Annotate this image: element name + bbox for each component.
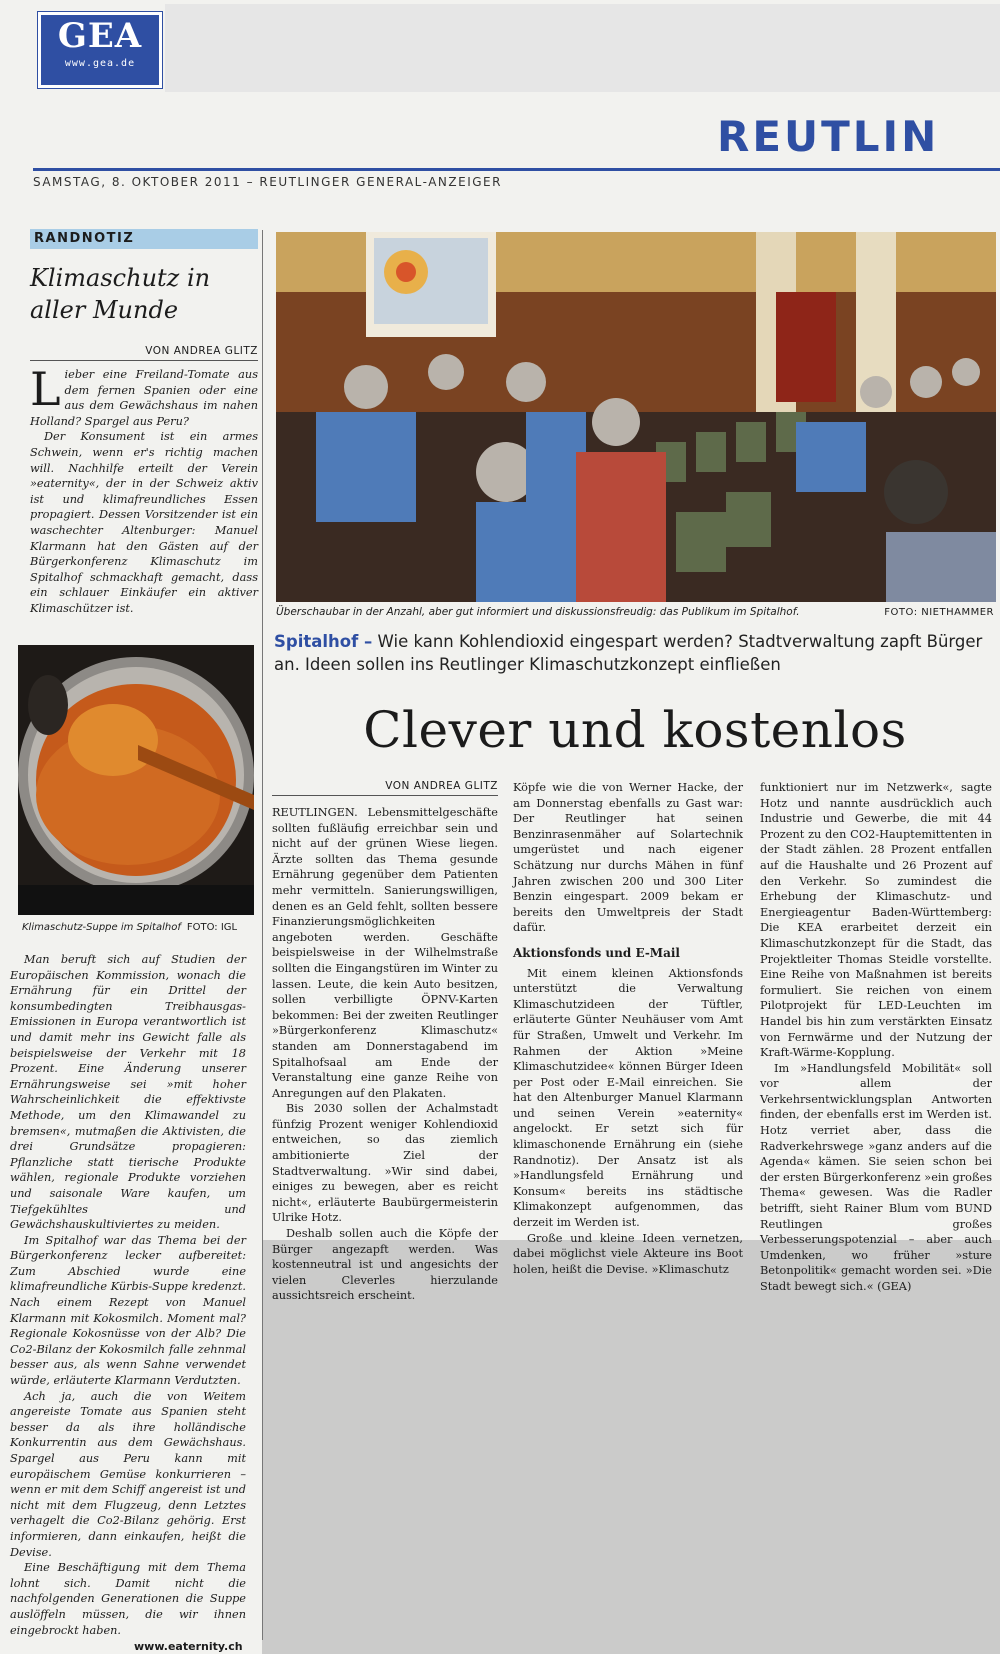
article-column-2: Köpfe wie die von Werner Hacke, der am D…	[513, 781, 743, 1276]
kicker-keyword: Spitalhof –	[274, 632, 373, 651]
dropcap: L	[30, 362, 61, 416]
section-title: REUTLIN	[717, 112, 940, 161]
newspaper-page: GEA www.gea.de REUTLIN SAMSTAG, 8. OKTOB…	[0, 0, 1000, 1654]
headline: Clever und kostenlos	[363, 701, 907, 759]
randnotiz-byline: VON ANDREA GLITZ	[30, 345, 258, 361]
article-column-1: REUTLINGEN. Lebensmittelgeschäfte sollte…	[272, 806, 498, 1303]
article-byline: VON ANDREA GLITZ	[272, 780, 498, 796]
soup-pot-image	[18, 645, 254, 915]
randnotiz-title: Klimaschutz in aller Munde	[30, 264, 211, 324]
randnotiz-body: Man beruft sich auf Studien der Europäis…	[10, 953, 246, 1637]
article-column-3: funktioniert nur im Netzwerk«, sagte Hot…	[760, 781, 992, 1293]
header-rule	[33, 168, 1000, 171]
main-photo-credit: FOTO: NIETHAMMER	[884, 607, 994, 618]
gea-logo: GEA www.gea.de	[38, 12, 162, 88]
dateline: SAMSTAG, 8. OKTOBER 2011 – REUTLINGER GE…	[33, 175, 502, 189]
randnotiz-intro: Lieber eine Freiland-Tomate aus dem fern…	[30, 362, 258, 615]
kicker: Spitalhof – Wie kann Kohlendioxid einges…	[274, 632, 983, 674]
subheading: Aktionsfonds und E-Mail	[513, 945, 680, 960]
column-divider	[262, 230, 263, 1640]
soup-photo-caption: Klimaschutz-Suppe im Spitalhof FOTO: IGL	[22, 922, 238, 933]
audience-photo	[276, 232, 996, 602]
eaternity-url: www.eaternity.ch	[134, 1640, 243, 1653]
conference-hall-image	[276, 232, 996, 602]
soup-photo	[18, 645, 254, 915]
randnotiz-label: RANDNOTIZ	[30, 229, 258, 249]
main-photo-caption: Überschaubar in der Anzahl, aber gut inf…	[276, 606, 800, 618]
